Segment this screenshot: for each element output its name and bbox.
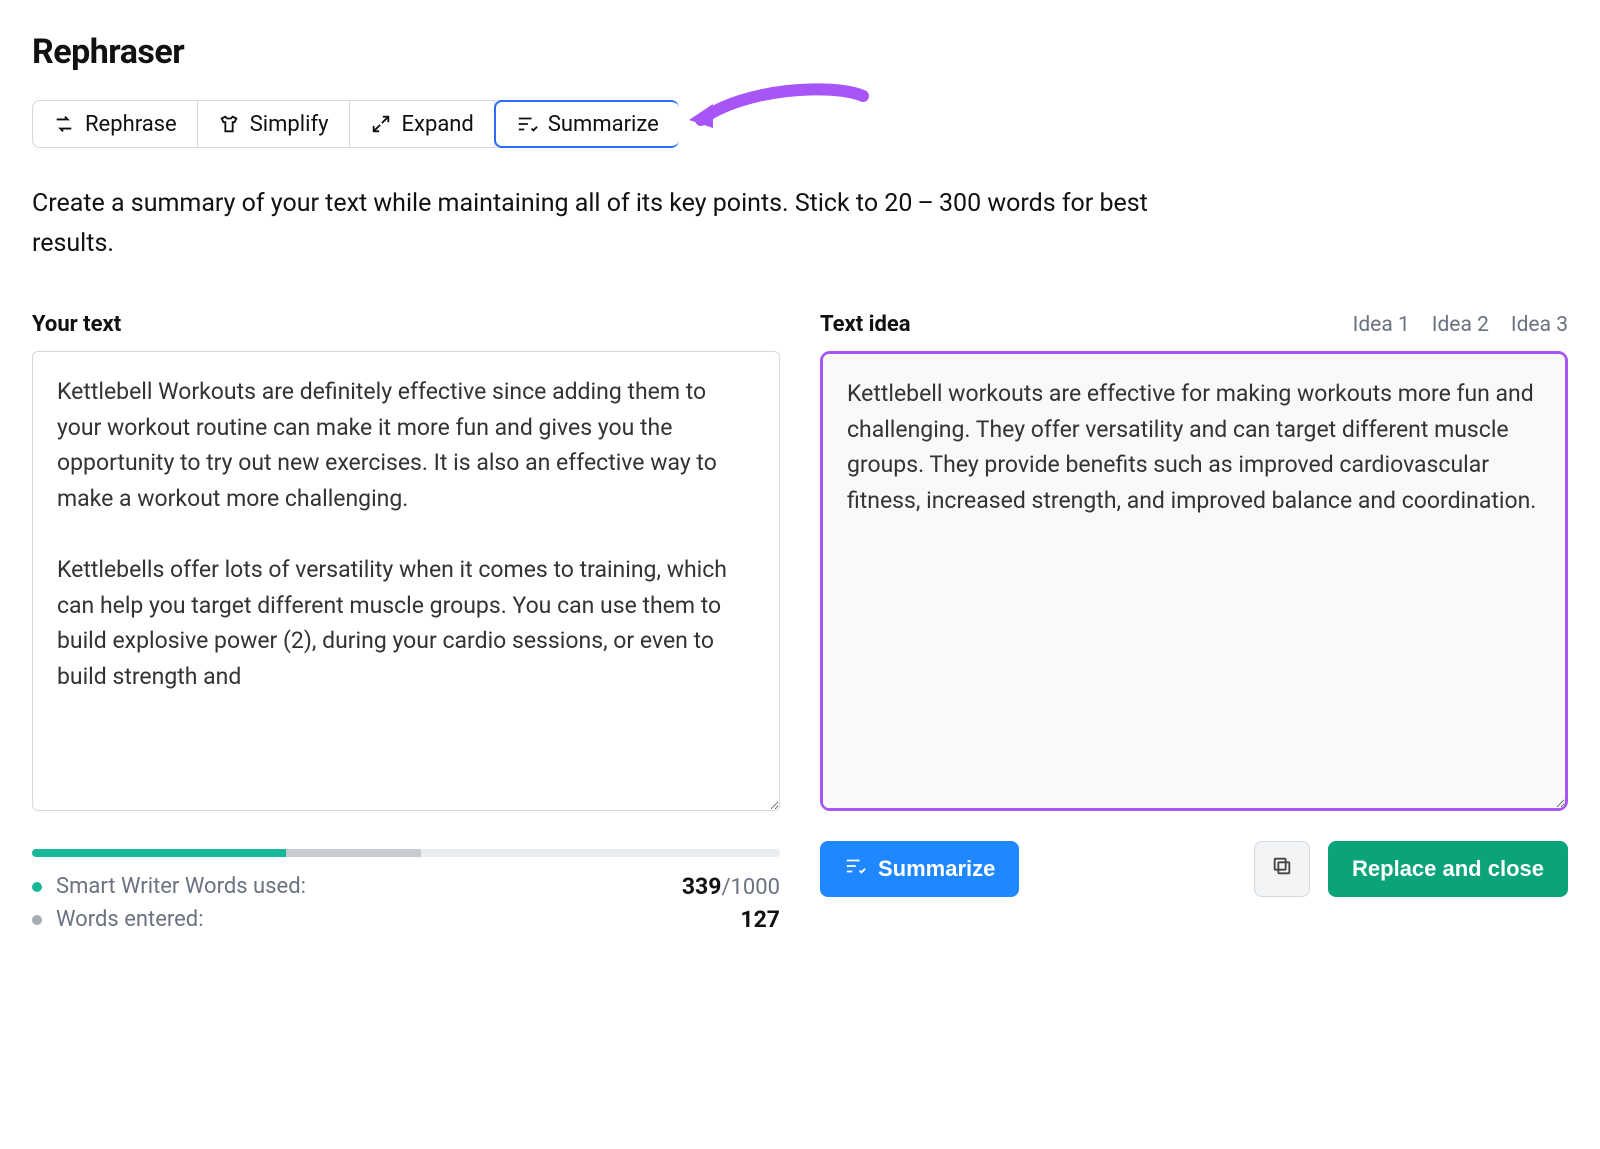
dot-icon (32, 915, 42, 925)
tab-expand[interactable]: Expand (350, 101, 495, 147)
expand-icon (370, 113, 392, 135)
copy-button[interactable] (1254, 841, 1310, 897)
idea-tab-3[interactable]: Idea 3 (1511, 313, 1568, 337)
replace-close-button[interactable]: Replace and close (1328, 841, 1568, 897)
tab-label: Rephrase (85, 112, 177, 137)
input-column: Your text Smart Writer Words used: 339/1… (32, 312, 780, 939)
replace-close-label: Replace and close (1352, 856, 1544, 882)
idea-tabs: Idea 1 Idea 2 Idea 3 (1353, 313, 1568, 337)
input-label: Your text (32, 312, 121, 337)
tab-simplify[interactable]: Simplify (198, 101, 350, 147)
callout-arrow (683, 100, 883, 148)
generated-text[interactable]: Kettlebell workouts are effective for ma… (823, 354, 1565, 808)
output-label: Text idea (820, 312, 911, 337)
idea-tab-2[interactable]: Idea 2 (1432, 313, 1489, 337)
summarize-label: Summarize (878, 856, 995, 882)
words-used-label: Smart Writer Words used: (56, 874, 306, 899)
source-text-input[interactable] (32, 351, 780, 811)
output-highlight-box: Kettlebell workouts are effective for ma… (820, 351, 1568, 811)
words-entered-label: Words entered: (56, 907, 204, 932)
progress-entered (286, 849, 421, 857)
mode-description: Create a summary of your text while main… (32, 184, 1212, 264)
word-stats: Smart Writer Words used: 339/1000 Words … (32, 873, 780, 933)
tab-summarize[interactable]: Summarize (494, 100, 679, 148)
words-used-cap: /1000 (721, 875, 780, 900)
tab-label: Simplify (250, 112, 329, 137)
output-column: Text idea Idea 1 Idea 2 Idea 3 Kettlebel… (820, 312, 1568, 939)
copy-icon (1271, 855, 1293, 883)
mode-tabs: Rephrase Simplify Expand Summarize (32, 100, 679, 148)
idea-tab-1[interactable]: Idea 1 (1353, 313, 1410, 337)
tab-rephrase[interactable]: Rephrase (33, 101, 198, 147)
words-entered-count: 127 (740, 906, 780, 933)
summarize-button[interactable]: Summarize (820, 841, 1019, 897)
words-used-count: 339 (682, 873, 722, 900)
rephrase-icon (53, 113, 75, 135)
summarize-icon (844, 855, 866, 883)
dot-icon (32, 882, 42, 892)
page-title: Rephraser (32, 32, 1568, 72)
tab-label: Expand (402, 112, 474, 137)
tab-label: Summarize (548, 112, 659, 137)
shirt-icon (218, 113, 240, 135)
summarize-icon (516, 113, 538, 135)
word-usage-bar (32, 849, 780, 857)
progress-used (32, 849, 286, 857)
